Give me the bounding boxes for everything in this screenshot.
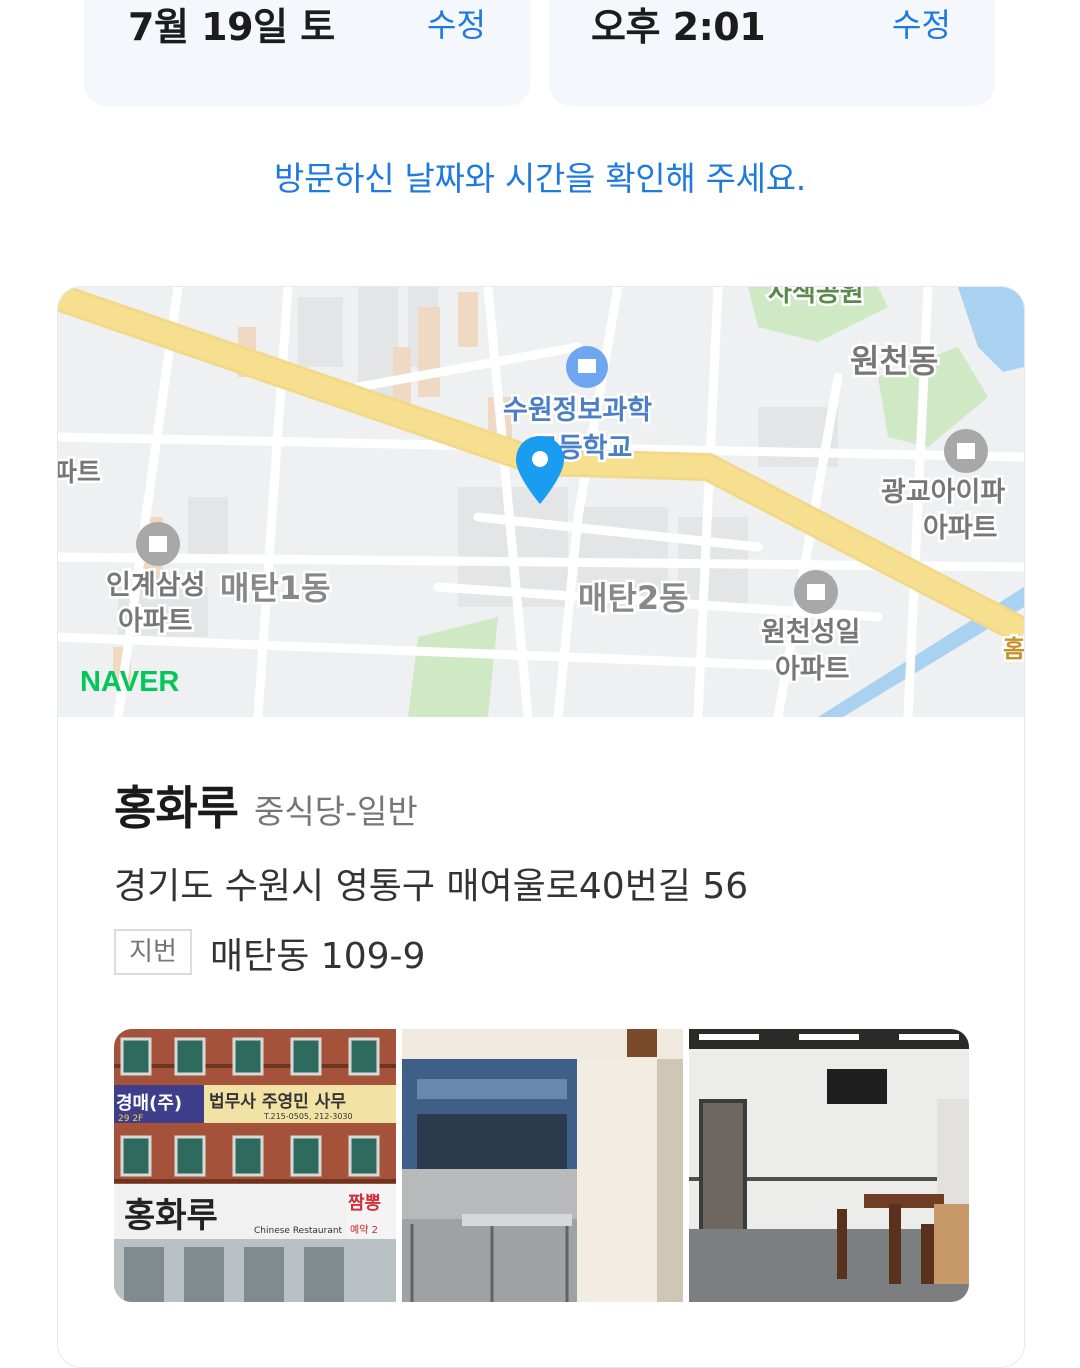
- dining-room-image: [689, 1029, 969, 1302]
- map-label-wonchun-sungil-1: 원천성일: [761, 617, 860, 648]
- storefront-image: 경매(주) 29 2F 법무사 주영민 사무 T.215-0505, 212-3…: [114, 1029, 396, 1302]
- naver-logo: NAVER: [80, 666, 179, 698]
- map-label-edge: 홈: [1003, 635, 1024, 663]
- edit-date-button[interactable]: 수정: [427, 0, 486, 46]
- place-category: 중식당-일반: [254, 792, 418, 831]
- edit-time-button[interactable]: 수정: [892, 0, 951, 46]
- banner-mid-text: 법무사 주영민 사무: [209, 1092, 346, 1112]
- map-label-apt-left: 파트: [58, 458, 101, 488]
- jibun-address: 매탄동 109-9: [210, 936, 426, 977]
- location-pin-icon: [516, 436, 564, 504]
- banner-left-text: 경매(주): [116, 1093, 182, 1114]
- map-label-park: 사색공원: [768, 287, 864, 308]
- map-label-school-1: 수원정보과학: [503, 395, 652, 426]
- place-name[interactable]: 홍화루: [114, 772, 239, 838]
- map-label-gwanggyo-2: 아파트: [923, 513, 998, 544]
- map-label-wonchun-sungil-2: 아파트: [775, 654, 850, 685]
- visit-date: 7월 19일 토: [128, 5, 335, 49]
- sign-reserve-text: 예약 2: [350, 1224, 378, 1236]
- map-label-ingye-2: 아파트: [118, 606, 193, 637]
- place-map[interactable]: 사색공원 원천동 수원정보과학 고등학교 파트 광교아이파 아파트 인계삼성 아…: [58, 287, 1024, 717]
- photo-strip: 경매(주) 29 2F 법무사 주영민 사무 T.215-0505, 212-3…: [114, 1029, 969, 1302]
- date-chip: 7월 19일 토 수정: [84, 0, 530, 106]
- sign-sub-text: Chinese Restaurant: [254, 1226, 343, 1236]
- map-label-maetan1: 매탄1동: [220, 569, 331, 607]
- road-address: 경기도 수원시 영통구 매여울로40번길 56: [114, 866, 749, 907]
- time-chip: 오후 2:01 수정: [549, 0, 995, 106]
- photo-storefront[interactable]: 경매(주) 29 2F 법무사 주영민 사무 T.215-0505, 212-3…: [114, 1029, 396, 1302]
- map-label-wonchun: 원천동: [850, 342, 938, 380]
- map-label-gwanggyo-1: 광교아이파: [881, 477, 1005, 508]
- banner-phone-text: T.215-0505, 212-3030: [263, 1112, 353, 1121]
- photo-kitchen[interactable]: [402, 1029, 683, 1302]
- kitchen-image: [402, 1029, 683, 1302]
- sign-main-text: 홍화루: [124, 1196, 218, 1236]
- banner-floor-text: 29 2F: [118, 1114, 143, 1124]
- photo-dining-room[interactable]: [689, 1029, 969, 1302]
- sign-right-text: 짬뽕: [348, 1193, 381, 1214]
- place-card: 사색공원 원천동 수원정보과학 고등학교 파트 광교아이파 아파트 인계삼성 아…: [57, 286, 1025, 1368]
- map-label-ingye-1: 인계삼성: [106, 570, 205, 601]
- map-label-maetan2: 매탄2동: [578, 579, 689, 617]
- visit-time: 오후 2:01: [591, 5, 766, 49]
- visit-confirm-notice: 방문하신 날짜와 시간을 확인해 주세요.: [274, 159, 806, 198]
- jibun-badge: 지번: [114, 929, 192, 975]
